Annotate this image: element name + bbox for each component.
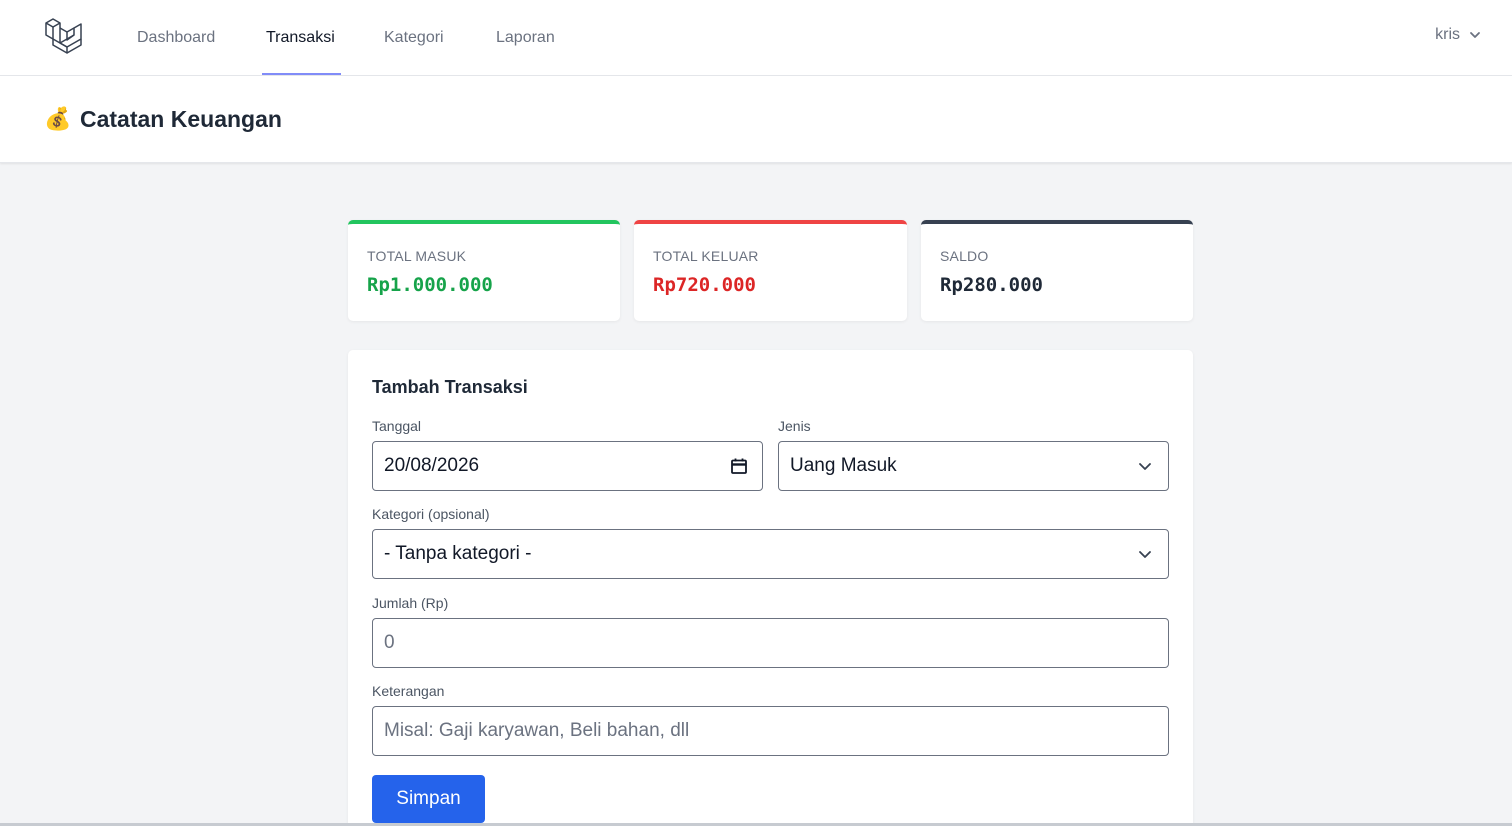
tanggal-value: 20/08/2026 bbox=[384, 455, 480, 476]
page-header: 💰 Catatan Keuangan bbox=[0, 76, 1512, 163]
kategori-selected-value: - Tanpa kategori - bbox=[384, 543, 532, 564]
jenis-select[interactable]: Uang Masuk bbox=[778, 441, 1169, 491]
kategori-select[interactable]: - Tanpa kategori - bbox=[372, 529, 1169, 579]
summary-label: TOTAL KELUAR bbox=[653, 248, 759, 264]
keterangan-label: Keterangan bbox=[372, 683, 445, 699]
jumlah-field[interactable] bbox=[372, 618, 1169, 668]
active-tab-indicator bbox=[262, 73, 341, 75]
nav-link-laporan[interactable]: Laporan bbox=[496, 0, 555, 76]
top-navigation: Dashboard Transaksi Kategori Laporan kri… bbox=[0, 0, 1512, 76]
user-name: kris bbox=[1435, 26, 1460, 43]
tanggal-date-input[interactable]: 20/08/2026 bbox=[372, 441, 763, 491]
chevron-down-icon bbox=[1139, 463, 1151, 470]
summary-label: TOTAL MASUK bbox=[367, 248, 467, 264]
laravel-logo-icon[interactable] bbox=[44, 17, 84, 57]
money-bag-icon: 💰 bbox=[44, 106, 72, 131]
summary-value-saldo: Rp280.000 bbox=[940, 274, 1043, 296]
nav-link-transaksi[interactable]: Transaksi bbox=[266, 0, 335, 76]
summary-card-total-keluar: TOTAL KELUAR Rp720.000 bbox=[634, 220, 907, 321]
page-title: Catatan Keuangan bbox=[80, 106, 282, 132]
summary-value-total-masuk: Rp1.000.000 bbox=[367, 274, 493, 296]
save-button[interactable]: Simpan bbox=[372, 775, 485, 823]
jumlah-input[interactable] bbox=[384, 632, 1157, 654]
calendar-icon[interactable] bbox=[730, 457, 748, 475]
keterangan-field[interactable] bbox=[372, 706, 1169, 756]
form-title: Tambah Transaksi bbox=[372, 377, 528, 397]
jenis-label: Jenis bbox=[778, 418, 811, 434]
user-menu-dropdown[interactable]: kris bbox=[1435, 26, 1482, 44]
kategori-label: Kategori (opsional) bbox=[372, 506, 490, 522]
chevron-down-icon bbox=[1470, 32, 1480, 38]
summary-card-total-masuk: TOTAL MASUK Rp1.000.000 bbox=[348, 220, 620, 321]
jumlah-label: Jumlah (Rp) bbox=[372, 595, 449, 611]
keterangan-input[interactable] bbox=[384, 720, 1157, 742]
summary-label: SALDO bbox=[940, 248, 989, 264]
summary-value-total-keluar: Rp720.000 bbox=[653, 274, 756, 296]
nav-link-kategori[interactable]: Kategori bbox=[384, 0, 444, 76]
jenis-selected-value: Uang Masuk bbox=[790, 455, 897, 476]
nav-link-dashboard[interactable]: Dashboard bbox=[137, 0, 215, 76]
tanggal-label: Tanggal bbox=[372, 418, 422, 434]
chevron-down-icon bbox=[1139, 551, 1151, 558]
summary-card-saldo: SALDO Rp280.000 bbox=[921, 220, 1193, 321]
add-transaction-form: Tambah Transaksi Tanggal 20/08/2026 Jeni… bbox=[348, 350, 1193, 826]
